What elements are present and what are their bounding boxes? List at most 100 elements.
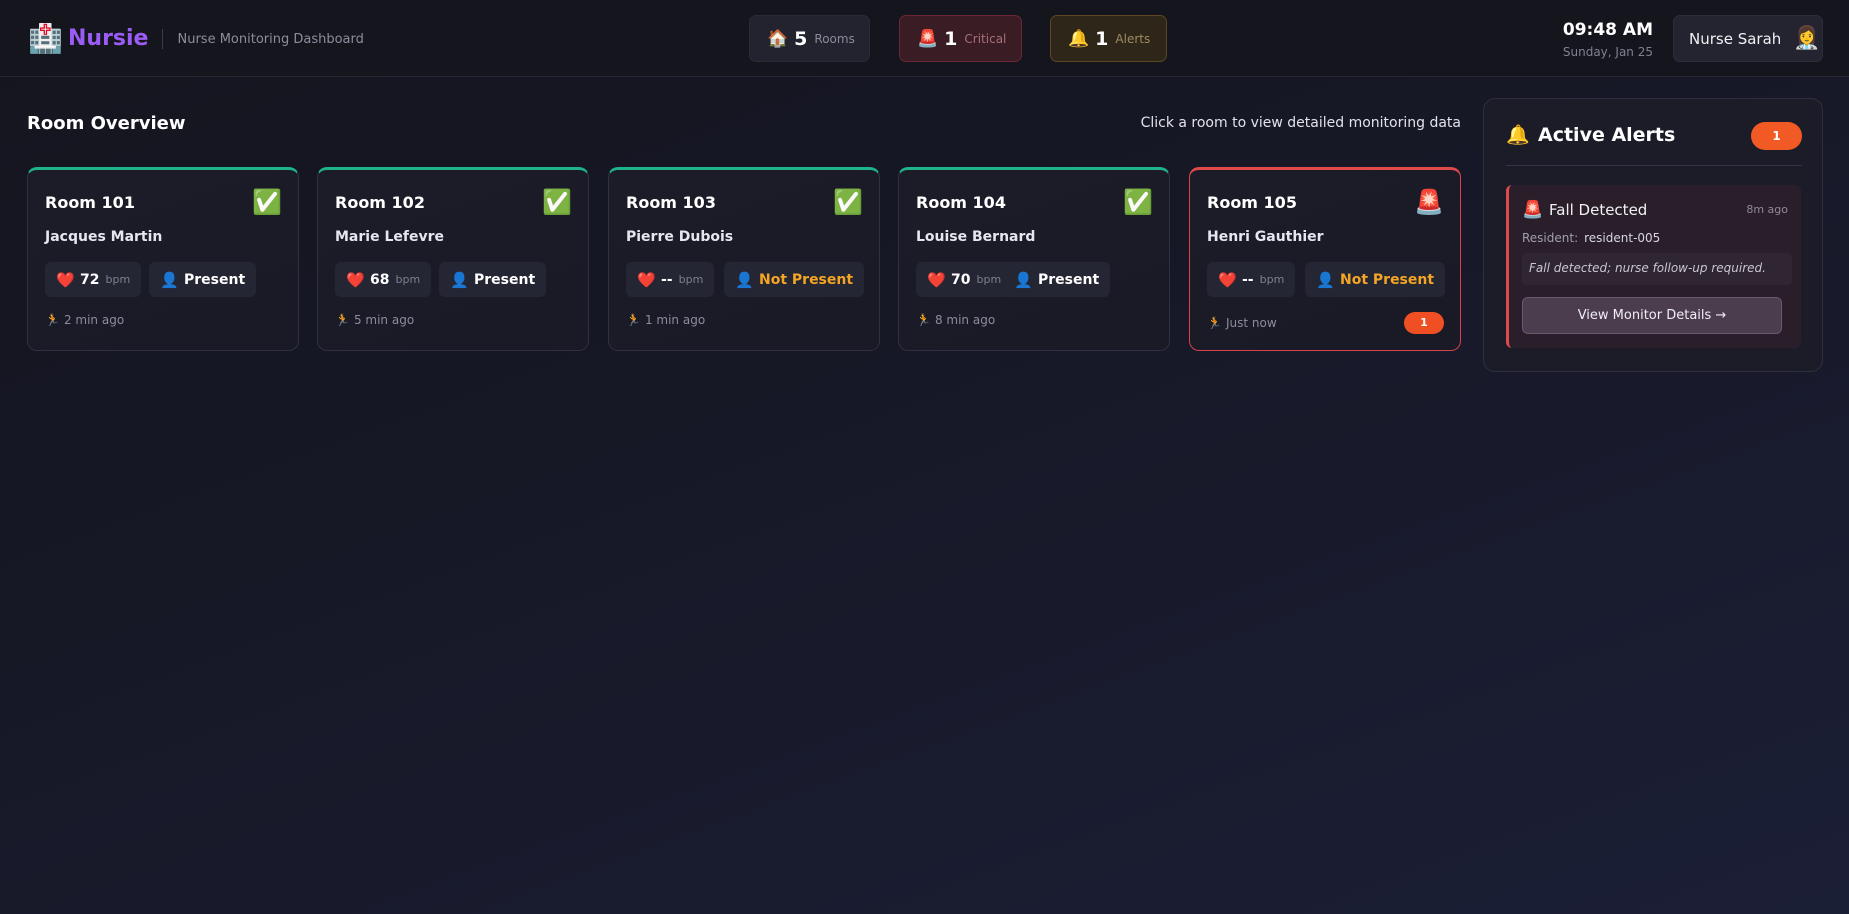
alert-resident: Resident: resident-005 bbox=[1522, 231, 1660, 245]
alerts-title: Active Alerts bbox=[1538, 123, 1676, 146]
running-icon: 🏃 bbox=[335, 313, 350, 327]
heart-rate-unit: bpm bbox=[976, 273, 1002, 286]
room-card-104[interactable]: Room 104 ✅ Louise Bernard ❤️ 70 bpm 👤 Pr… bbox=[898, 167, 1170, 351]
resident-name: Pierre Dubois bbox=[626, 229, 734, 245]
person-icon: 👤 bbox=[450, 270, 469, 289]
heart-rate-pill: ❤️ 70 bpm bbox=[916, 262, 1013, 297]
alert-title: Fall Detected bbox=[1549, 201, 1648, 219]
presence-pill: 👤 Present bbox=[149, 262, 257, 297]
room-card-102[interactable]: Room 102 ✅ Marie Lefevre ❤️ 68 bpm 👤 Pre… bbox=[317, 167, 589, 351]
heart-icon: ❤️ bbox=[927, 270, 946, 289]
siren-icon: 🚨 bbox=[1414, 188, 1444, 216]
check-icon: ✅ bbox=[1123, 188, 1153, 216]
page-title: Room Overview bbox=[27, 113, 186, 134]
bell-icon: 🔔 bbox=[1068, 28, 1090, 49]
alerts-label: Alerts bbox=[1115, 31, 1151, 46]
resident-id: resident-005 bbox=[1584, 231, 1661, 245]
alerts-count-badge: 1 bbox=[1751, 122, 1802, 150]
alerts-header: 🔔 Active Alerts bbox=[1506, 123, 1676, 147]
user-name: Nurse Sarah bbox=[1689, 29, 1782, 48]
alerts-count: 1 bbox=[1095, 27, 1109, 50]
last-activity-text: 8 min ago bbox=[934, 313, 996, 327]
resident-name: Henri Gauthier bbox=[1207, 229, 1324, 245]
last-activity-text: 2 min ago bbox=[63, 313, 125, 327]
critical-label: Critical bbox=[964, 31, 1007, 46]
person-icon: 👤 bbox=[1014, 270, 1033, 289]
presence-status: Present bbox=[1038, 271, 1100, 288]
heart-rate-value: 68 bbox=[370, 271, 390, 288]
running-icon: 🏃 bbox=[45, 313, 60, 327]
presence-status: Present bbox=[184, 271, 246, 288]
room-number: Room 104 bbox=[916, 193, 1006, 212]
heart-rate-unit: bpm bbox=[1259, 273, 1285, 286]
heart-rate-unit: bpm bbox=[395, 273, 421, 286]
heart-icon: ❤️ bbox=[637, 270, 656, 289]
room-card-105[interactable]: Room 105 🚨 Henri Gauthier ❤️ -- bpm 👤 No… bbox=[1189, 167, 1461, 351]
running-icon: 🏃 bbox=[626, 313, 641, 327]
presence-status: Not Present bbox=[759, 271, 854, 288]
resident-label: Resident: bbox=[1522, 231, 1579, 245]
presence-pill: 👤 Not Present bbox=[1305, 262, 1446, 297]
top-bar: 🏥 Nursie Nurse Monitoring Dashboard 🏠 5 … bbox=[0, 0, 1849, 77]
room-number: Room 102 bbox=[335, 193, 425, 212]
heart-rate-value: -- bbox=[661, 271, 673, 288]
check-icon: ✅ bbox=[833, 188, 863, 216]
room-number: Room 105 bbox=[1207, 193, 1297, 212]
critical-stat[interactable]: 🚨 1 Critical bbox=[899, 15, 1022, 62]
last-activity-text: 5 min ago bbox=[353, 313, 415, 327]
heart-icon: ❤️ bbox=[346, 270, 365, 289]
heart-rate-pill: ❤️ -- bpm bbox=[1207, 262, 1296, 297]
presence-status: Not Present bbox=[1340, 271, 1435, 288]
last-activity: 🏃 5 min ago bbox=[335, 313, 414, 327]
last-activity: 🏃 2 min ago bbox=[45, 313, 124, 327]
alert-count-badge: 1 bbox=[1404, 312, 1444, 334]
room-number: Room 103 bbox=[626, 193, 716, 212]
alert-item[interactable]: 🚨 Fall Detected 8m ago Resident: resident… bbox=[1506, 185, 1801, 348]
brand-subtitle: Nurse Monitoring Dashboard bbox=[177, 31, 364, 47]
running-icon: 🏃 bbox=[1207, 316, 1222, 330]
brand-name: Nursie bbox=[68, 26, 149, 51]
alert-message: Fall detected; nurse follow-up required. bbox=[1522, 253, 1792, 285]
person-icon: 👤 bbox=[160, 270, 179, 289]
rooms-label: Rooms bbox=[814, 31, 855, 46]
siren-icon: 🚨 bbox=[1522, 200, 1544, 220]
resident-name: Jacques Martin bbox=[45, 229, 163, 245]
view-monitor-details-button[interactable]: View Monitor Details → bbox=[1522, 297, 1782, 334]
resident-name: Louise Bernard bbox=[916, 229, 1036, 245]
presence-pill: 👤 Present bbox=[439, 262, 547, 297]
last-activity-text: Just now bbox=[1225, 316, 1277, 330]
heart-rate-value: 70 bbox=[951, 271, 971, 288]
alerts-stat[interactable]: 🔔 1 Alerts bbox=[1050, 15, 1167, 62]
heart-rate-unit: bpm bbox=[105, 273, 131, 286]
user-menu-button[interactable]: Nurse Sarah 👩‍⚕️ bbox=[1673, 15, 1823, 62]
last-activity-text: 1 min ago bbox=[644, 313, 706, 327]
room-card-103[interactable]: Room 103 ✅ Pierre Dubois ❤️ -- bpm 👤 Not… bbox=[608, 167, 880, 351]
hospital-icon: 🏥 bbox=[28, 22, 63, 55]
heart-icon: ❤️ bbox=[1218, 270, 1237, 289]
room-number: Room 101 bbox=[45, 193, 135, 212]
brand[interactable]: 🏥 Nursie Nurse Monitoring Dashboard bbox=[28, 24, 364, 54]
heart-icon: ❤️ bbox=[56, 270, 75, 289]
divider bbox=[1506, 165, 1802, 166]
alert-time-ago: 8m ago bbox=[1746, 203, 1788, 216]
house-icon: 🏠 bbox=[767, 28, 789, 49]
last-activity: 🏃 1 min ago bbox=[626, 313, 705, 327]
room-card-101[interactable]: Room 101 ✅ Jacques Martin ❤️ 72 bpm 👤 Pr… bbox=[27, 167, 299, 351]
heart-rate-pill: ❤️ 72 bpm bbox=[45, 262, 142, 297]
heart-rate-unit: bpm bbox=[678, 273, 704, 286]
bell-icon: 🔔 bbox=[1506, 124, 1530, 146]
heart-rate-value: 72 bbox=[80, 271, 100, 288]
clock: 09:48 AM Sunday, Jan 25 bbox=[1563, 20, 1653, 59]
person-icon: 👤 bbox=[1316, 270, 1335, 289]
presence-status: Present bbox=[474, 271, 536, 288]
rooms-stat[interactable]: 🏠 5 Rooms bbox=[749, 15, 870, 62]
check-icon: ✅ bbox=[252, 188, 282, 216]
nurse-avatar-icon: 👩‍⚕️ bbox=[1793, 26, 1821, 51]
last-activity: 🏃 8 min ago bbox=[916, 313, 995, 327]
check-icon: ✅ bbox=[542, 188, 572, 216]
brand-divider bbox=[162, 29, 164, 49]
running-icon: 🏃 bbox=[916, 313, 931, 327]
overview-hint: Click a room to view detailed monitoring… bbox=[1140, 115, 1461, 131]
active-alerts-panel: 🔔 Active Alerts 1 🚨 Fall Detected 8m ago… bbox=[1483, 98, 1823, 372]
heart-rate-value: -- bbox=[1242, 271, 1254, 288]
